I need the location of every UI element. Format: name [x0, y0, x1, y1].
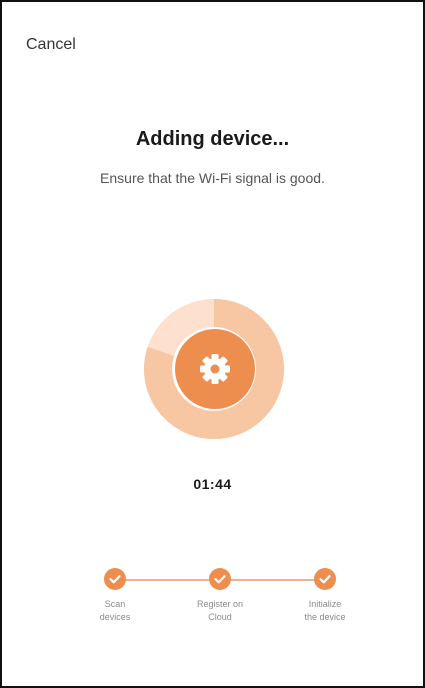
step-initialize-device: Initialize the device	[280, 568, 370, 624]
page-subtitle: Ensure that the Wi-Fi signal is good.	[100, 170, 325, 186]
step-register-cloud: Register on Cloud	[175, 568, 265, 624]
page-title: Adding device...	[135, 128, 290, 150]
add-device-screen: Cancel Adding device... Ensure that the …	[0, 0, 425, 688]
step-label: Scan devices	[99, 599, 131, 622]
step-scan-devices: Scan devices	[70, 568, 160, 624]
gear-icon	[175, 329, 255, 409]
step-label: Register on Cloud	[196, 599, 244, 622]
cancel-button[interactable]: Cancel	[26, 36, 76, 54]
step-check-icon	[314, 568, 336, 590]
step-check-icon	[209, 568, 231, 590]
step-label: Initialize the device	[304, 599, 346, 622]
step-check-icon	[104, 568, 126, 590]
elapsed-timer: 01:44	[193, 476, 232, 492]
